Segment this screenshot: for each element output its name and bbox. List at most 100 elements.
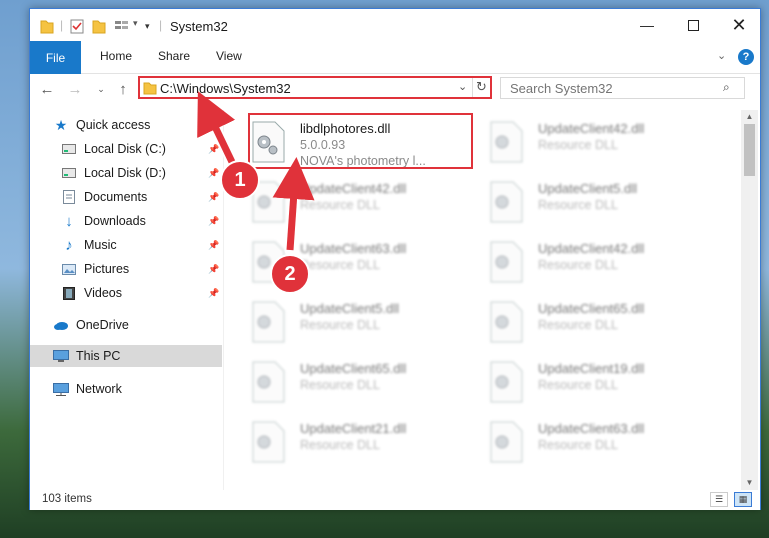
address-path: C:\Windows\System32	[160, 81, 291, 96]
scrollbar-thumb[interactable]	[744, 124, 755, 176]
tab-view[interactable]: View	[216, 49, 242, 63]
pictures-icon	[60, 261, 78, 277]
sidebar-item-label: Quick access	[76, 118, 151, 132]
dll-file-icon	[252, 301, 285, 343]
sidebar-item-pictures[interactable]: Pictures	[60, 258, 220, 280]
pin-icon[interactable]: 📌	[208, 240, 219, 251]
properties-icon[interactable]	[70, 18, 84, 34]
file-item[interactable]: UpdateClient65.dll Resource DLL	[488, 296, 708, 352]
sidebar-item-onedrive[interactable]: OneDrive	[52, 314, 212, 336]
sidebar-item-label: This PC	[76, 349, 121, 363]
refresh-icon[interactable]: ↻	[476, 79, 487, 95]
dll-file-icon	[252, 421, 285, 463]
file-item[interactable]: UpdateClient42.dll Resource DLL	[488, 236, 708, 292]
search-box[interactable]: ⌕	[500, 77, 745, 99]
recent-locations-button[interactable]: ⌄	[92, 79, 110, 99]
maximize-button[interactable]	[670, 9, 716, 41]
folder-icon	[40, 20, 54, 34]
pin-icon[interactable]: 📌	[208, 168, 219, 179]
file-item[interactable]: UpdateClient5.dll Resource DLL	[488, 176, 708, 232]
search-icon[interactable]: ⌕	[723, 80, 730, 95]
search-input[interactable]	[501, 78, 711, 98]
maximize-icon	[687, 19, 699, 31]
tiles-view-button[interactable]: ▦	[734, 492, 752, 507]
file-item[interactable]: UpdateClient5.dll Resource DLL	[250, 296, 470, 352]
dll-file-icon	[252, 361, 285, 403]
navigation-pane: ★ Quick access Local Disk (C:) 📌 Local D…	[30, 110, 222, 490]
window-title: System32	[170, 19, 228, 34]
new-folder-icon[interactable]	[92, 18, 106, 34]
file-description: Resource DLL	[300, 258, 380, 272]
folder-icon	[143, 82, 157, 95]
file-name: UpdateClient5.dll	[538, 181, 638, 196]
address-dropdown-icon[interactable]: ⌄	[458, 80, 467, 93]
scroll-down-icon[interactable]: ▼	[741, 478, 758, 490]
title-bar: | ▾ ▾ | System32 — ✕	[30, 9, 760, 41]
file-name: UpdateClient21.dll	[300, 421, 407, 436]
chevron-down-icon: ⌄	[97, 83, 105, 94]
pin-icon[interactable]: 📌	[208, 216, 219, 227]
file-description: Resource DLL	[300, 378, 380, 392]
up-button[interactable]: ↑	[114, 79, 132, 99]
tab-share[interactable]: Share	[158, 49, 190, 63]
tab-file[interactable]: File	[30, 41, 81, 74]
file-item[interactable]: UpdateClient21.dll Resource DLL	[250, 416, 470, 472]
file-item[interactable]: UpdateClient65.dll Resource DLL	[250, 356, 470, 412]
sidebar-item-label: Local Disk (C:)	[84, 142, 166, 156]
status-bar: 103 items ☰ ▦	[30, 490, 760, 510]
pin-icon[interactable]: 📌	[208, 192, 219, 203]
documents-icon	[60, 189, 78, 205]
qa-divider: |	[60, 18, 64, 32]
file-description: Resource DLL	[538, 198, 618, 212]
file-name: UpdateClient63.dll	[538, 421, 645, 436]
forward-button[interactable]: →	[66, 79, 84, 99]
file-description: Resource DLL	[538, 258, 618, 272]
address-bar[interactable]: C:\Windows\System32 ⌄ ↻	[138, 76, 492, 99]
chevron-down-icon[interactable]: ▾	[133, 18, 138, 29]
sidebar-item-local-disk-c[interactable]: Local Disk (C:)	[60, 138, 220, 160]
sidebar-item-videos[interactable]: Videos	[60, 282, 220, 304]
tiles-view-icon: ▦	[738, 494, 748, 504]
file-item[interactable]: UpdateClient42.dll Resource DLL	[488, 116, 708, 172]
sidebar-item-local-disk-d[interactable]: Local Disk (D:)	[60, 162, 220, 184]
minimize-button[interactable]: —	[624, 9, 670, 41]
sidebar-item-music[interactable]: ♪ Music	[60, 234, 220, 256]
file-name: UpdateClient42.dll	[538, 121, 645, 136]
file-item[interactable]: UpdateClient42.dll Resource DLL	[250, 176, 470, 232]
file-description: Resource DLL	[538, 378, 618, 392]
back-button[interactable]: ←	[38, 79, 56, 99]
vertical-scrollbar[interactable]: ▲ ▼	[741, 110, 758, 490]
sidebar-item-this-pc[interactable]: This PC	[30, 345, 222, 367]
sidebar-item-network[interactable]: Network	[52, 378, 212, 400]
file-item[interactable]: UpdateClient19.dll Resource DLL	[488, 356, 708, 412]
file-name: UpdateClient19.dll	[538, 361, 645, 376]
address-row: ← → ⌄ ↑ C:\Windows\System32 ⌄ ↻ ⌕	[30, 74, 760, 104]
details-view-button[interactable]: ☰	[710, 492, 728, 507]
file-name: UpdateClient65.dll	[300, 361, 407, 376]
title-divider: |	[159, 18, 163, 32]
pin-icon[interactable]: 📌	[208, 264, 219, 275]
network-icon	[52, 381, 70, 397]
customize-qa-icon[interactable]	[114, 18, 130, 34]
file-name: UpdateClient63.dll	[300, 241, 407, 256]
close-button[interactable]: ✕	[716, 9, 762, 41]
dll-file-icon	[490, 181, 523, 223]
sidebar-item-quick-access[interactable]: ★ Quick access	[52, 114, 202, 136]
pin-icon[interactable]: 📌	[208, 288, 219, 299]
qa-dropdown-icon[interactable]: ▾	[145, 21, 150, 32]
help-icon[interactable]: ?	[738, 49, 754, 65]
up-arrow-icon: ↑	[119, 80, 127, 98]
file-description: Resource DLL	[538, 138, 618, 152]
file-item[interactable]: UpdateClient63.dll Resource DLL	[488, 416, 708, 472]
expand-ribbon-icon[interactable]: ⌄	[717, 49, 726, 62]
file-name: UpdateClient5.dll	[300, 301, 400, 316]
file-description: Resource DLL	[538, 318, 618, 332]
sidebar-item-downloads[interactable]: ↓ Downloads	[60, 210, 220, 232]
tab-home[interactable]: Home	[100, 49, 132, 63]
sidebar-item-documents[interactable]: Documents	[60, 186, 220, 208]
scroll-up-icon[interactable]: ▲	[741, 112, 758, 124]
sidebar-item-label: Local Disk (D:)	[84, 166, 166, 180]
step-badge-2: 2	[270, 254, 310, 294]
close-icon: ✕	[731, 14, 747, 35]
pin-icon[interactable]: 📌	[208, 144, 219, 155]
